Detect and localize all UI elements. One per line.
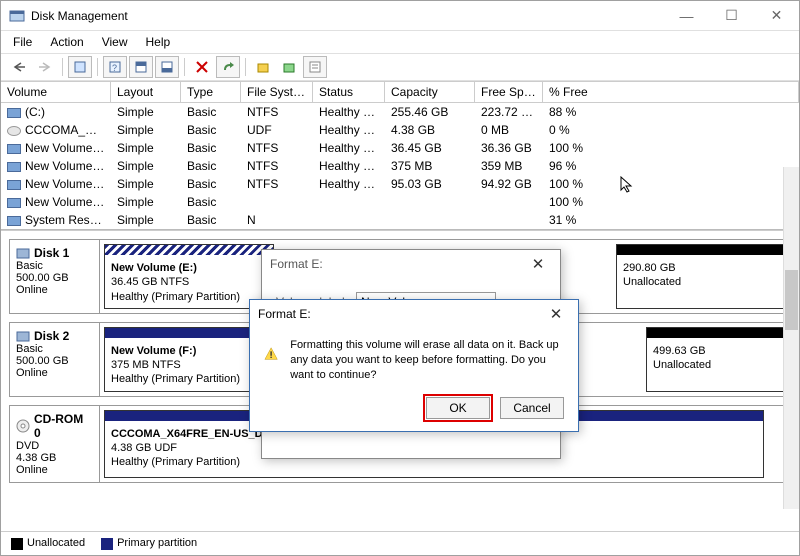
menu-bar: File Action View Help [1,31,799,53]
scrollbar-thumb[interactable] [785,270,798,330]
volume-row[interactable]: New Volume (F:)SimpleBasicNTFSHealthy (P… [1,157,799,175]
confirm-dialog-title: Format E: [258,307,311,321]
volume-row[interactable]: System ReservedSimpleBasicN31 % [1,211,799,229]
partition-unallocated[interactable]: 290.80 GBUnallocated [616,244,786,309]
app-icon [9,8,25,24]
options-icon [73,60,87,74]
back-button[interactable] [7,56,31,78]
legend-primary: Primary partition [101,537,197,549]
pane-top-icon [134,60,148,74]
cursor-icon [620,176,634,194]
col-volume[interactable]: Volume [1,82,111,102]
col-free[interactable]: Free Spa... [475,82,543,102]
drive-icon [7,108,21,118]
col-filesystem[interactable]: File System [241,82,313,102]
confirm-close-button[interactable]: ✕ [542,305,570,323]
confirm-message: Formatting this volume will erase all da… [290,338,564,383]
format-dialog-title: Format E: ✕ [262,250,560,278]
drive-icon [7,144,21,154]
menu-help[interactable]: Help [138,33,179,51]
warning-icon [264,338,278,370]
toolbar-refresh[interactable]: ? [103,56,127,78]
menu-file[interactable]: File [5,33,40,51]
cd-icon [7,126,21,136]
pane-bottom-icon [160,60,174,74]
arrow-return-icon [221,60,235,74]
drive-icon [7,162,21,172]
col-layout[interactable]: Layout [111,82,181,102]
delete-x-icon [195,60,209,74]
col-type[interactable]: Type [181,82,241,102]
confirm-dialog-titlebar: Format E: ✕ [250,300,578,328]
volume-row[interactable]: (C:)SimpleBasicNTFSHealthy (B...255.46 G… [1,103,799,121]
vertical-scrollbar[interactable] [783,167,799,509]
volume-row[interactable]: CCCOMA_X64FRE...SimpleBasicUDFHealthy (P… [1,121,799,139]
forward-button[interactable] [33,56,57,78]
cancel-button[interactable]: Cancel [500,397,564,419]
window-title: Disk Management [31,9,664,23]
ok-button[interactable]: OK [426,397,490,419]
col-status[interactable]: Status [313,82,385,102]
partition-unallocated[interactable]: 499.63 GBUnallocated [646,327,786,392]
toolbar: ? [1,53,799,81]
disk-yellow-icon [256,60,270,74]
minimize-button[interactable]: — [664,1,709,31]
volume-row[interactable]: New Volume (I:)SimpleBasic100 % [1,193,799,211]
toolbar-action1[interactable] [251,56,275,78]
disk-label: Disk 1Basic500.00 GBOnline [10,240,100,313]
format-confirm-dialog: Format E: ✕ Formatting this volume will … [249,299,579,432]
cd-icon [16,419,30,433]
title-bar: Disk Management — ☐ ✕ [1,1,799,31]
col-pctfree[interactable]: % Free [543,82,799,102]
close-icon[interactable]: ✕ [524,255,552,273]
drive-icon [7,198,21,208]
legend-unallocated: Unallocated [11,537,85,549]
svg-text:?: ? [112,63,117,73]
menu-action[interactable]: Action [42,33,91,51]
toolbar-view1[interactable] [129,56,153,78]
disk-label: Disk 2Basic500.00 GBOnline [10,323,100,396]
disk-icon [16,246,30,260]
toolbar-delete[interactable] [190,56,214,78]
toolbar-view2[interactable] [155,56,179,78]
toolbar-action2[interactable] [277,56,301,78]
disk-label: CD-ROM 0DVD4.38 GBOnline [10,406,100,482]
drive-icon [7,180,21,190]
toolbar-undo[interactable] [216,56,240,78]
refresh-icon: ? [108,60,122,74]
arrow-right-icon [37,61,53,73]
format-dialog-title-text: Format E: [270,257,323,271]
disk-icon [16,329,30,343]
volume-row[interactable]: New Volume (E:)SimpleBasicNTFSHealthy (P… [1,139,799,157]
disk-management-window: Disk Management — ☐ ✕ File Action View H… [0,0,800,556]
volume-list-header: Volume Layout Type File System Status Ca… [1,81,799,103]
close-button[interactable]: ✕ [754,1,799,31]
volume-row[interactable]: New Volume (H:)SimpleBasicNTFSHealthy (P… [1,175,799,193]
disk-green-icon [282,60,296,74]
menu-view[interactable]: View [94,33,136,51]
col-capacity[interactable]: Capacity [385,82,475,102]
content-area: Volume Layout Type File System Status Ca… [1,81,799,533]
arrow-left-icon [11,61,27,73]
volume-list: Volume Layout Type File System Status Ca… [1,81,799,230]
drive-icon [7,216,21,226]
properties-icon [308,60,322,74]
toolbar-settings[interactable] [68,56,92,78]
legend: Unallocated Primary partition [1,531,799,555]
toolbar-properties[interactable] [303,56,327,78]
maximize-button[interactable]: ☐ [709,1,754,31]
